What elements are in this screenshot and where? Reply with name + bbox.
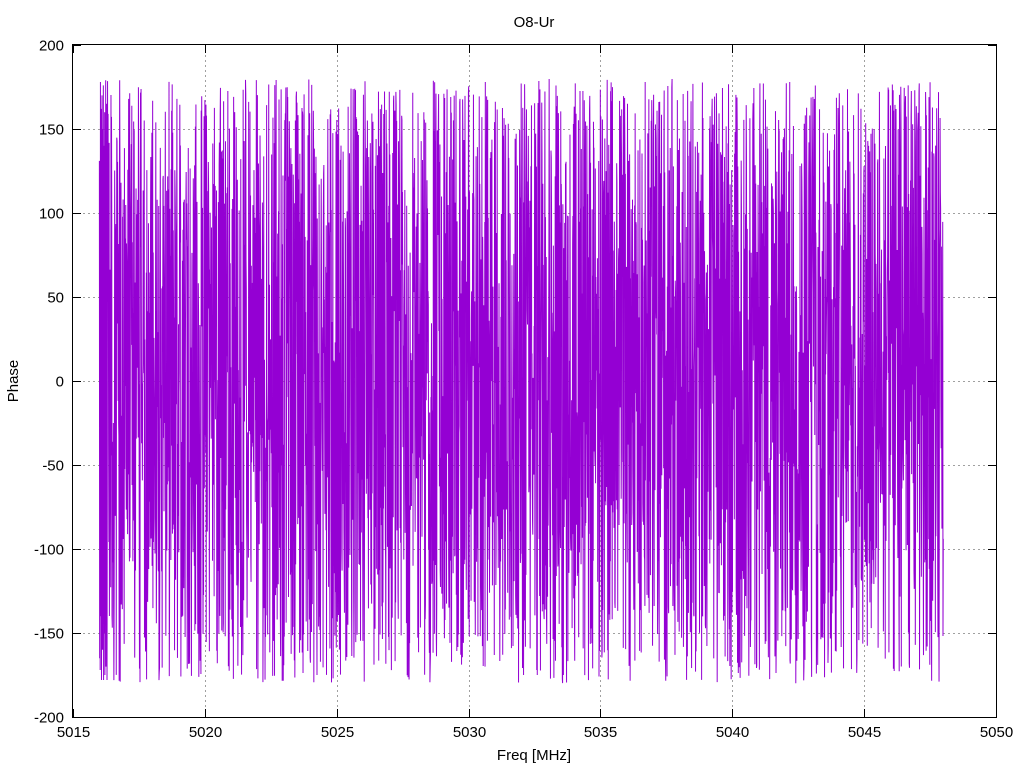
x-tick-label: 5040 <box>716 724 749 741</box>
chart-title: O8-Ur <box>514 14 555 31</box>
y-tick-label: 100 <box>39 206 64 223</box>
y-tick-label: 150 <box>39 122 64 139</box>
x-tick-label: 5030 <box>453 724 486 741</box>
y-tick-label: 50 <box>47 290 64 307</box>
y-tick-label: 0 <box>56 374 64 391</box>
y-axis-title: Phase <box>5 360 22 403</box>
x-tick-label: 5025 <box>321 724 354 741</box>
x-axis-title: Freq [MHz] <box>497 747 571 764</box>
x-tick-labels: 5015 5020 5025 5030 5035 5040 5045 5050 <box>57 724 1013 741</box>
series-line <box>98 78 944 684</box>
y-tick-label: 200 <box>39 38 64 55</box>
x-tick-label: 5035 <box>584 724 617 741</box>
x-tick-label: 5045 <box>848 724 881 741</box>
y-tick-label: -50 <box>42 458 64 475</box>
y-tick-label: -200 <box>34 710 64 727</box>
y-tick-label: -100 <box>34 542 64 559</box>
x-tick-label: 5050 <box>980 724 1013 741</box>
y-tick-label: -150 <box>34 626 64 643</box>
phase-chart: 5015 5020 5025 5030 5035 5040 5045 5050 -200 -15… <box>5 14 1013 764</box>
y-tick-labels: -200 -150 -100 -50 0 50 100 150 200 <box>34 38 64 727</box>
x-tick-label: 5020 <box>189 724 222 741</box>
series-layer <box>98 78 944 684</box>
x-tick-label: 5015 <box>57 724 90 741</box>
